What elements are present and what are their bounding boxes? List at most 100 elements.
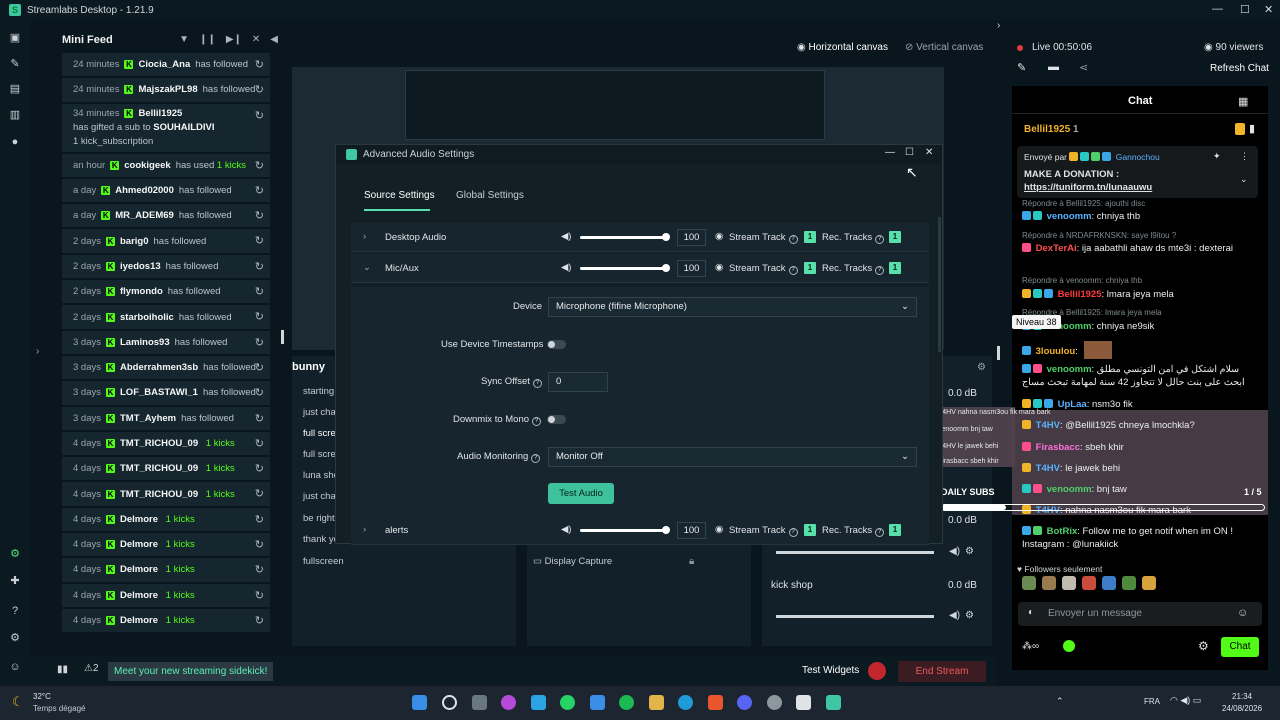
stream-track-badge[interactable]: 1 <box>804 231 816 243</box>
replay-icon[interactable]: ↻ <box>255 614 264 627</box>
source-item[interactable]: ▭ Display Capture <box>533 556 612 567</box>
mixer-slider[interactable] <box>776 615 934 618</box>
help-icon[interactable]: ? <box>532 417 542 426</box>
pinned-link[interactable]: https://tuniform.tn/lunaauwu <box>1024 182 1152 193</box>
start-icon[interactable] <box>412 695 427 710</box>
tray-chevron-icon[interactable]: ⌃ <box>1056 696 1064 707</box>
users-icon[interactable]: ▦ <box>1238 95 1248 108</box>
volume-knob[interactable] <box>662 264 670 272</box>
lock-icon[interactable]: 🔒︎ <box>689 556 694 567</box>
resize-handle[interactable] <box>281 330 284 344</box>
kick-icon[interactable] <box>1063 640 1075 652</box>
replay-icon[interactable]: ↻ <box>255 437 264 450</box>
dialog-scrollbar[interactable] <box>938 217 941 352</box>
replay-icon[interactable]: ↻ <box>255 184 264 197</box>
stream-track-badge[interactable]: 1 <box>804 262 816 274</box>
record-icon[interactable]: ● <box>9 136 21 148</box>
volume-icon[interactable]: ◀) <box>561 262 571 273</box>
rec-track-badge[interactable]: 1 <box>889 524 901 536</box>
volume-icon[interactable]: ◀) <box>561 231 571 242</box>
brave-icon[interactable] <box>708 695 723 710</box>
integration-icon[interactable]: ⚙ <box>9 548 21 560</box>
minimize-icon[interactable]: — <box>1212 3 1223 15</box>
vertical-canvas-toggle[interactable]: ⊘ Vertical canvas <box>905 42 983 53</box>
scene-item[interactable]: just cha <box>303 407 336 418</box>
edge-icon[interactable] <box>678 695 693 710</box>
eye-icon[interactable]: ◉ <box>715 231 723 242</box>
scene-item[interactable]: full scre <box>303 428 336 439</box>
mixer-gear-icon[interactable]: ⚙ <box>965 610 974 621</box>
more-icon[interactable]: ⋮ <box>1240 151 1249 162</box>
expand-icon[interactable]: ⌄ <box>363 262 371 273</box>
filter-icon[interactable]: ▼ <box>179 34 189 45</box>
capcut-icon[interactable] <box>796 695 811 710</box>
volume-input[interactable]: 100 <box>677 260 706 277</box>
dialog-maximize-icon[interactable]: ☐ <box>905 147 914 158</box>
scene-item[interactable]: be right <box>303 513 335 524</box>
spotify-icon[interactable] <box>619 695 634 710</box>
help-icon[interactable]: ? <box>875 528 885 537</box>
gift-icon[interactable] <box>1235 123 1245 135</box>
help-icon[interactable]: ? <box>875 235 885 244</box>
pause-icon[interactable]: ❙❙ <box>199 34 216 45</box>
scene-item[interactable]: fullscreen <box>303 556 344 567</box>
help-icon[interactable]: ? <box>788 528 798 537</box>
scene-item[interactable]: full scre <box>303 449 336 460</box>
replay-icon[interactable]: ↻ <box>255 361 264 374</box>
resize-handle[interactable] <box>997 346 1000 360</box>
replay-icon[interactable]: ↻ <box>255 83 264 96</box>
scene-item[interactable]: starting <box>303 386 334 397</box>
edit-icon[interactable]: ✎ <box>1017 61 1026 74</box>
test-widgets-button[interactable]: Test Widgets <box>802 665 859 676</box>
replay-icon[interactable]: ↻ <box>255 310 264 323</box>
mixer-volume-icon[interactable]: ◀) <box>949 610 960 621</box>
replay-icon[interactable]: ↻ <box>255 487 264 500</box>
community-icon[interactable]: ⁂∞ <box>1022 641 1039 652</box>
pin-icon[interactable]: ✦ <box>1213 151 1221 162</box>
layers-icon[interactable]: ▥ <box>9 109 21 121</box>
collapse-chat-icon[interactable]: › <box>997 20 1000 31</box>
discord-icon[interactable] <box>737 695 752 710</box>
test-audio-button[interactable]: Test Audio <box>548 483 614 504</box>
settings-icon[interactable]: ⚙ <box>9 632 21 644</box>
chat-input[interactable]: ◐ Envoyer un message ☺ <box>1018 602 1262 626</box>
replay-icon[interactable]: ↻ <box>255 563 264 576</box>
mixer-slider[interactable] <box>776 551 934 554</box>
rec-track-badge[interactable]: 1 <box>889 231 901 243</box>
store-icon[interactable]: ▤ <box>9 83 21 95</box>
replay-icon[interactable]: ↻ <box>255 589 264 602</box>
volume-slider[interactable] <box>580 529 668 532</box>
downmix-toggle[interactable] <box>547 415 566 424</box>
replay-icon[interactable]: ↻ <box>255 58 264 71</box>
eye-icon[interactable]: ◉ <box>715 262 723 273</box>
volume-input[interactable]: 100 <box>677 522 706 539</box>
help-icon[interactable]: ? <box>875 266 885 275</box>
volume-icon[interactable]: ◀) <box>561 524 571 535</box>
chat-settings-icon[interactable]: ⚙ <box>1198 639 1209 653</box>
monitoring-select[interactable]: Monitor Off ⌄ <box>548 447 917 467</box>
replay-icon[interactable]: ↻ <box>255 386 264 399</box>
folder-icon[interactable] <box>649 695 664 710</box>
language-indicator[interactable]: FRA <box>1144 697 1160 706</box>
app-icon[interactable] <box>531 695 546 710</box>
end-stream-button[interactable]: End Stream <box>898 661 986 682</box>
dialog-minimize-icon[interactable]: — <box>885 147 895 158</box>
eye-icon[interactable]: ◉ <box>715 524 723 535</box>
sync-offset-input[interactable]: 0 <box>548 372 608 392</box>
volume-slider[interactable] <box>580 267 668 270</box>
scene-item[interactable]: just cha <box>303 491 336 502</box>
chat-send-button[interactable]: Chat <box>1221 637 1259 657</box>
notes-icon[interactable] <box>590 695 605 710</box>
mixer-gear-icon[interactable]: ⚙ <box>965 546 974 557</box>
streamlabs-icon[interactable] <box>826 695 841 710</box>
scene-item[interactable]: thank yo <box>303 534 339 545</box>
volume-input[interactable]: 100 <box>677 229 706 246</box>
volume-icon[interactable]: ◀ <box>270 34 278 45</box>
task-view-icon[interactable] <box>472 695 487 710</box>
mixer-volume-icon[interactable]: ◀) <box>949 546 960 557</box>
replay-icon[interactable]: ↻ <box>255 260 264 273</box>
replay-icon[interactable]: ↻ <box>255 109 264 123</box>
help-icon[interactable]: ? <box>531 454 541 463</box>
help-icon[interactable]: ? <box>9 605 21 617</box>
editor-icon[interactable]: ▣ <box>9 32 21 44</box>
